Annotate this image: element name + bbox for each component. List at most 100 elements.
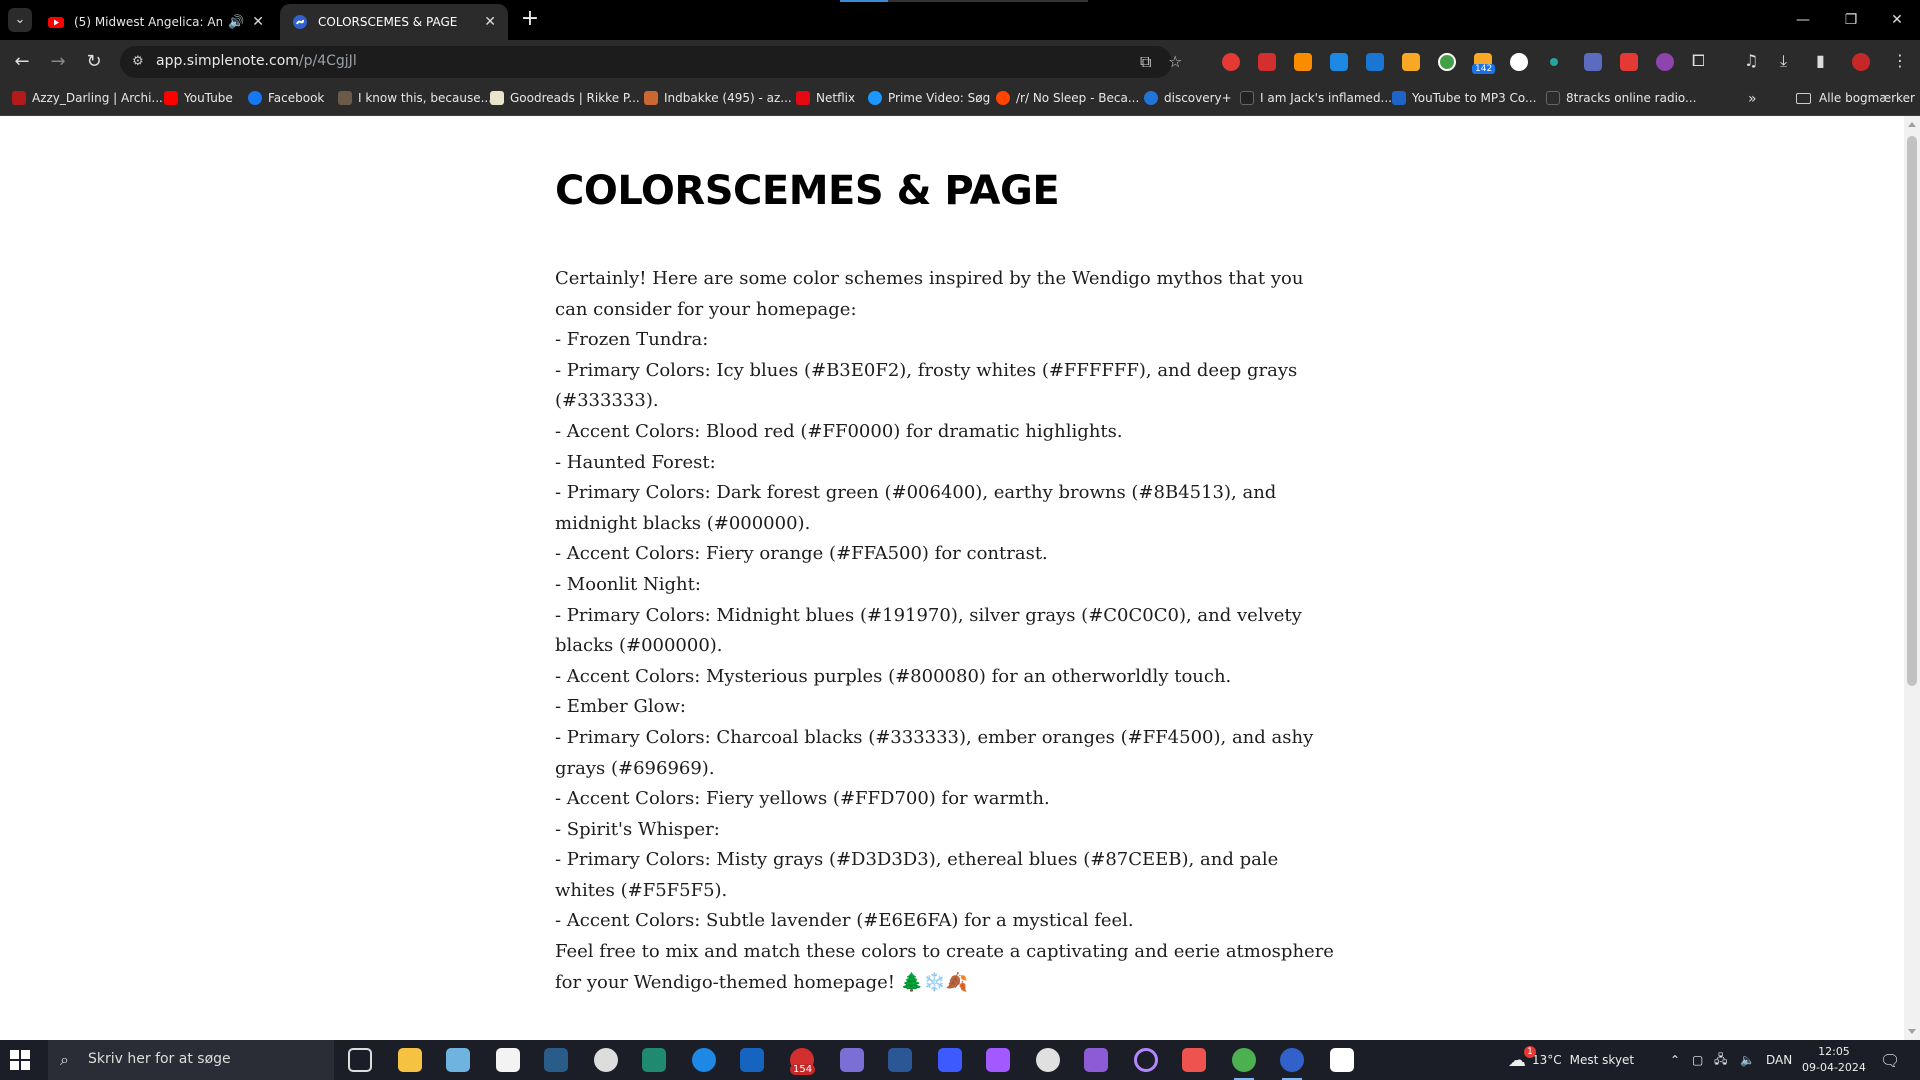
download-icon[interactable]: ⤓ — [1780, 51, 1787, 71]
bookmark-item[interactable]: Netflix — [796, 91, 855, 105]
mail-favicon-icon — [644, 91, 658, 105]
app-icon[interactable] — [1134, 1048, 1158, 1072]
file-explorer-icon[interactable] — [398, 1048, 422, 1072]
show-hidden-icons-chevron-icon[interactable]: ⌃ — [1670, 1040, 1680, 1080]
bookmark-item[interactable]: Goodreads | Rikke P... — [490, 91, 640, 105]
adblock-extension-icon[interactable] — [1222, 53, 1240, 71]
folder-icon — [1796, 92, 1811, 104]
note-line: - Haunted Forest: — [555, 451, 716, 473]
note-line: - Moonlit Night: — [555, 573, 701, 595]
url-text: app.simplenote.com/p/4CgjJl — [156, 53, 357, 69]
bookmark-item[interactable]: discovery+ — [1144, 91, 1232, 105]
minimize-window-icon[interactable]: — — [1780, 0, 1826, 40]
note-line: Certainly! Here are some color schemes i… — [555, 268, 1304, 320]
back-arrow-icon[interactable]: ← — [8, 48, 36, 76]
task-view-icon[interactable] — [348, 1048, 372, 1072]
note-line: - Spirit's Whisper: — [555, 818, 720, 840]
bookmark-item[interactable]: Indbakke (495) - az... — [644, 91, 792, 105]
chrome-extension-icon[interactable] — [1438, 53, 1456, 71]
reload-icon[interactable]: ↻ — [80, 48, 108, 76]
notification-center-icon[interactable]: 🗨 — [1880, 1040, 1900, 1080]
app-icon[interactable] — [1182, 1048, 1206, 1072]
wave-extension-icon[interactable] — [1584, 53, 1602, 71]
tab-search-chevron-icon[interactable]: ⌄ — [8, 8, 32, 32]
bookmark-item[interactable]: YouTube to MP3 Co... — [1392, 91, 1536, 105]
bookmark-item[interactable]: /r/ No Sleep - Beca... — [996, 91, 1139, 105]
forward-arrow-icon[interactable]: → — [44, 48, 72, 76]
dot-extension-icon[interactable] — [1550, 58, 1558, 66]
chrome-taskbar-icon[interactable] — [1232, 1048, 1256, 1080]
youtube-favicon-icon — [48, 17, 64, 28]
bookmark-item[interactable]: Prime Video: Søg — [868, 91, 990, 105]
app-icon[interactable] — [1330, 1048, 1354, 1072]
tab-youtube[interactable]: (5) Midwest Angelica: Analo 🔊 ✕ — [36, 4, 276, 40]
tab-simplenote[interactable]: COLORSCEMES & PAGE ✕ — [280, 4, 508, 40]
site-info-icon[interactable]: ⚙ — [132, 53, 150, 71]
note-line: - Ember Glow: — [555, 696, 686, 718]
chrome-app-icon[interactable] — [594, 1048, 618, 1072]
address-bar[interactable]: ⚙ app.simplenote.com/p/4CgjJl ⧉ ☆ — [120, 46, 1182, 78]
bookmark-item[interactable]: 8tracks online radio... — [1546, 91, 1696, 105]
steam-icon[interactable] — [740, 1048, 764, 1072]
store-icon[interactable] — [496, 1048, 520, 1072]
browser-toolbar: ← → ↻ ⚙ app.simplenote.com/p/4CgjJl ⧉ ☆ … — [0, 40, 1920, 84]
close-window-icon[interactable]: ✕ — [1874, 0, 1920, 40]
app-icon[interactable] — [986, 1048, 1010, 1072]
volume-icon[interactable]: 🔈 — [1740, 1040, 1755, 1080]
youtube-favicon-icon — [164, 91, 178, 105]
bookmarks-bar: Azzy_Darling | Archi... YouTube Facebook… — [0, 84, 1920, 116]
bookmark-item[interactable]: I know this, because... — [338, 91, 492, 105]
close-tab-icon[interactable]: ✕ — [252, 14, 264, 30]
publisher-icon[interactable] — [642, 1048, 666, 1072]
profile-avatar[interactable] — [1852, 53, 1870, 71]
page-scrollbar[interactable] — [1904, 116, 1920, 1040]
new-tab-plus-icon[interactable]: + — [518, 8, 542, 32]
bookmark-item[interactable]: Facebook — [248, 91, 324, 105]
audio-app-icon[interactable] — [938, 1048, 962, 1072]
video-editor-icon[interactable] — [1084, 1048, 1108, 1072]
app-icon[interactable] — [544, 1048, 568, 1072]
menu-kebab-icon[interactable]: ⋮ — [1892, 51, 1908, 70]
more-bookmarks-chevron-icon[interactable]: » — [1748, 91, 1757, 107]
all-bookmarks-button[interactable]: Alle bogmærker — [1796, 91, 1915, 105]
meet-camera-icon[interactable]: ▢ — [1692, 1040, 1703, 1080]
bookmark-item[interactable]: YouTube — [164, 91, 233, 105]
speaker-icon[interactable]: 🔊 — [228, 15, 244, 30]
media-control-icon[interactable]: ♫ — [1744, 51, 1758, 70]
network-icon[interactable]: 🖧 — [1714, 1040, 1727, 1080]
app-icon[interactable] — [840, 1048, 864, 1072]
side-panel-icon[interactable]: ▮ — [1816, 51, 1825, 70]
windows-start-icon[interactable] — [10, 1050, 30, 1070]
pocket-extension-icon[interactable] — [1620, 53, 1638, 71]
notes-app-icon[interactable] — [446, 1048, 470, 1072]
scroll-thumb[interactable] — [1907, 136, 1917, 686]
word-icon[interactable] — [888, 1048, 912, 1072]
shield-extension-icon[interactable] — [1294, 53, 1312, 71]
mail-extension-icon[interactable] — [1366, 53, 1384, 71]
simplenote-taskbar-icon[interactable] — [1280, 1048, 1304, 1080]
scroll-down-arrow-icon[interactable] — [1908, 1029, 1916, 1034]
close-tab-icon[interactable]: ✕ — [484, 14, 496, 30]
restore-window-icon[interactable]: ❐ — [1828, 0, 1874, 40]
b-extension-icon[interactable] — [1330, 53, 1348, 71]
bookmark-item[interactable]: I am Jack's inflamed... — [1240, 91, 1392, 105]
bookmark-favicon-icon — [1392, 91, 1406, 105]
open-in-app-icon[interactable]: ⧉ — [1140, 52, 1151, 72]
edge-icon[interactable] — [692, 1048, 716, 1072]
facebook-favicon-icon — [248, 91, 262, 105]
key-extension-icon[interactable] — [1402, 53, 1420, 71]
purple-extension-icon[interactable] — [1656, 53, 1674, 71]
bookmark-star-icon[interactable]: ☆ — [1168, 52, 1182, 71]
bookmark-item[interactable]: Azzy_Darling | Archi... — [12, 91, 163, 105]
app-icon[interactable] — [1036, 1048, 1060, 1072]
globe-extension-icon[interactable] — [1510, 53, 1528, 71]
note-line: - Primary Colors: Dark forest green (#00… — [555, 482, 1277, 534]
bookmark-favicon-icon — [1546, 91, 1560, 105]
taskbar-search-box[interactable]: ⌕ Skriv her for at søge — [48, 1040, 334, 1080]
video-extension-icon[interactable] — [1258, 53, 1276, 71]
tab-title: COLORSCEMES & PAGE — [318, 15, 458, 29]
input-language[interactable]: DAN — [1766, 1040, 1792, 1080]
system-clock[interactable]: 12:05 09-04-2024 — [1802, 1044, 1866, 1076]
extensions-puzzle-icon[interactable]: ⧠ — [1692, 51, 1705, 71]
scroll-up-arrow-icon[interactable] — [1908, 122, 1916, 127]
